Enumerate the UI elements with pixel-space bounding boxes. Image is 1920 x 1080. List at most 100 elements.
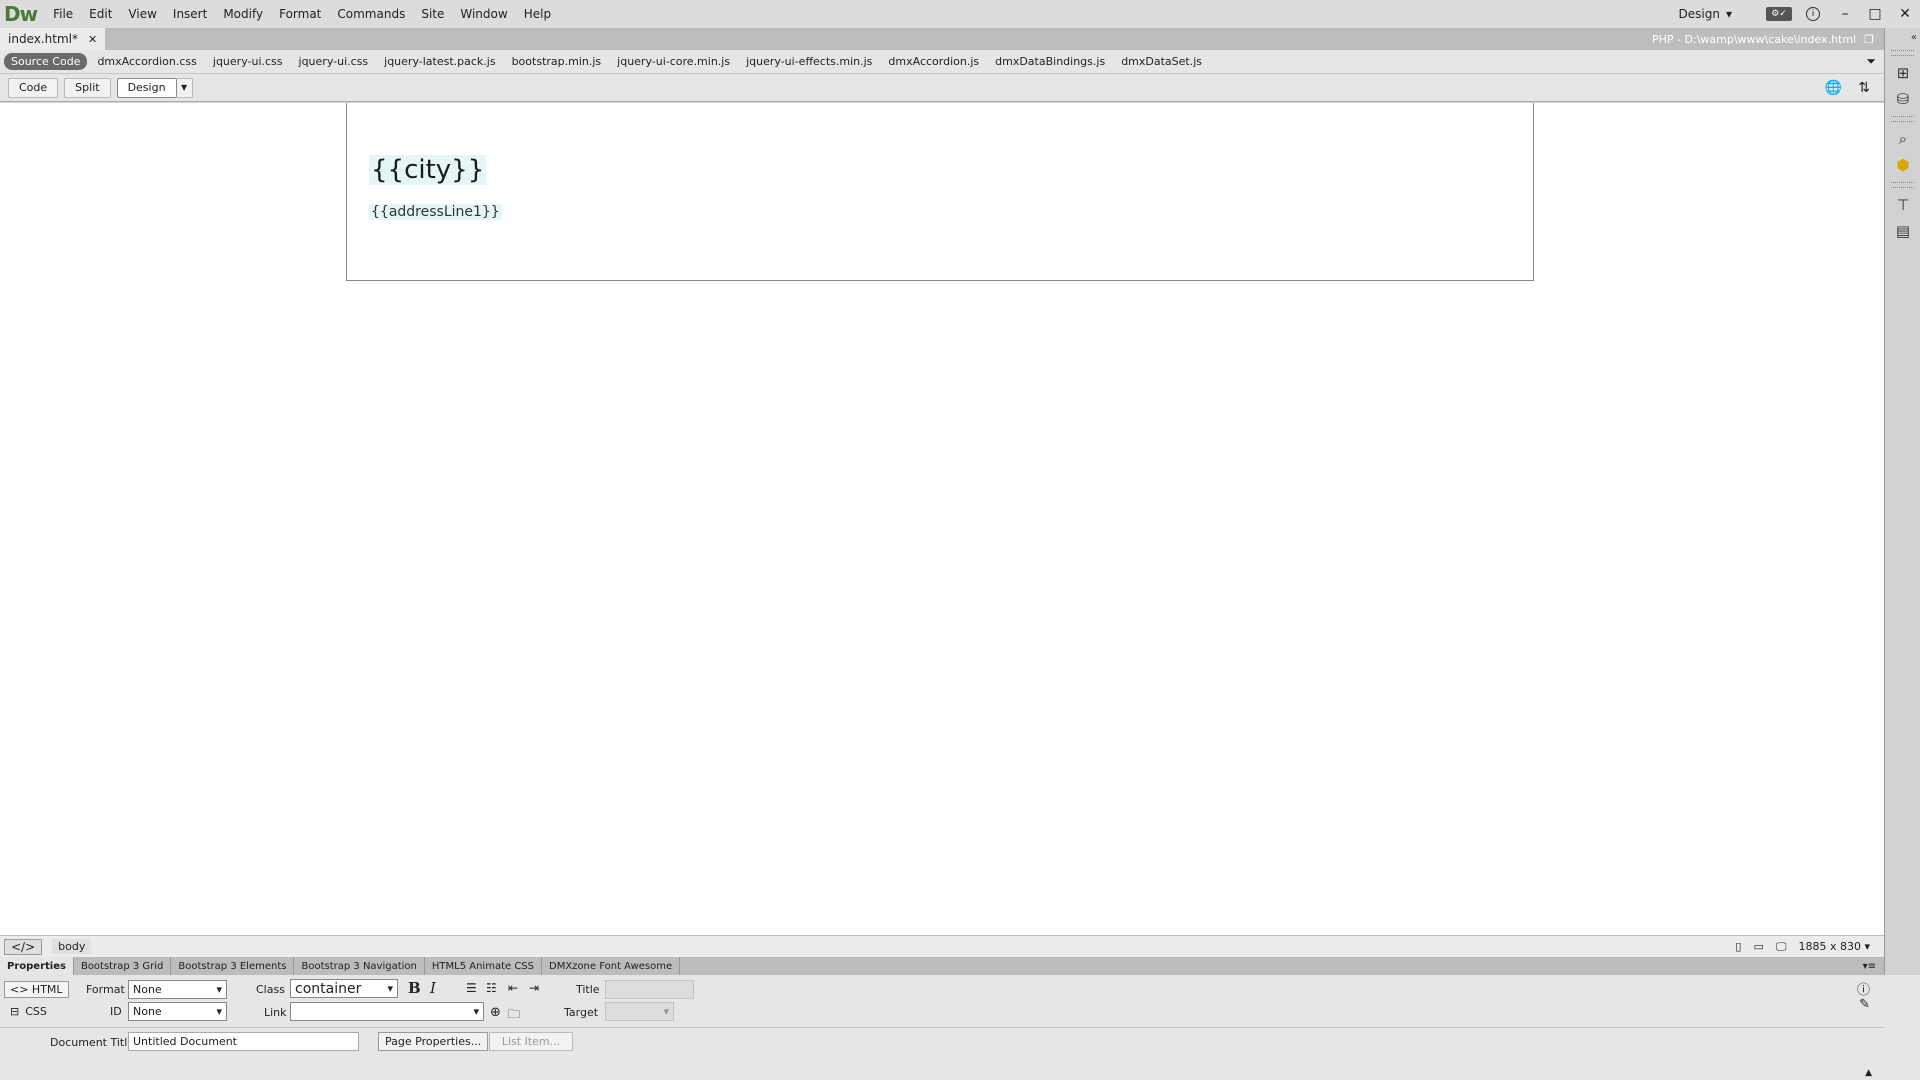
- tab-bootstrap-elements[interactable]: Bootstrap 3 Elements: [171, 957, 295, 975]
- sync-settings-icon[interactable]: ⚙✓: [1766, 7, 1792, 21]
- tab-html5-animate[interactable]: HTML5 Animate CSS: [425, 957, 542, 975]
- window-size-dropdown[interactable]: 1885 x 830 ▾: [1798, 940, 1870, 953]
- close-window-button[interactable]: ✕: [1890, 0, 1920, 28]
- format-value: None: [133, 983, 162, 996]
- ordered-list-icon[interactable]: ☷: [486, 981, 506, 995]
- menu-view[interactable]: View: [120, 7, 164, 21]
- css-mode-label: CSS: [25, 1005, 47, 1018]
- info-icon[interactable]: i: [1806, 7, 1820, 21]
- point-to-file-icon[interactable]: ⊕: [490, 1005, 501, 1020]
- tab-properties[interactable]: Properties: [0, 957, 74, 975]
- dock-grip[interactable]: [1891, 182, 1914, 188]
- app-logo: Dw: [4, 2, 38, 26]
- maximize-button[interactable]: □: [1860, 0, 1890, 28]
- tag-body[interactable]: body: [52, 939, 92, 954]
- related-file[interactable]: dmxAccordion.js: [880, 55, 987, 68]
- link-label: Link: [264, 1006, 287, 1019]
- related-file[interactable]: jquery-latest.pack.js: [376, 55, 503, 68]
- related-file[interactable]: dmxDataSet.js: [1113, 55, 1210, 68]
- city-binding[interactable]: {{city}}: [369, 155, 487, 185]
- desktop-size-icon[interactable]: 🖵: [1776, 940, 1787, 954]
- dock-grip[interactable]: [1891, 116, 1914, 122]
- menu-file[interactable]: File: [45, 7, 81, 21]
- id-label: ID: [110, 1005, 122, 1018]
- bold-button[interactable]: B: [408, 979, 426, 997]
- dom-tree-icon[interactable]: ⊤: [1885, 192, 1920, 218]
- id-select[interactable]: None ▾: [128, 1002, 227, 1021]
- code-toggle-button[interactable]: </>: [4, 938, 43, 955]
- css-mode-button[interactable]: ⊟ CSS: [10, 1005, 47, 1018]
- design-canvas[interactable]: {{city}} {{addressLine1}}: [0, 103, 1884, 935]
- html-mode-button[interactable]: <> HTML: [4, 981, 69, 998]
- globe-preview-icon[interactable]: 🌐: [1825, 80, 1842, 96]
- menu-edit[interactable]: Edit: [81, 7, 120, 21]
- target-label: Target: [564, 1006, 599, 1019]
- document-title-label: Document Title: [50, 1036, 135, 1049]
- related-file[interactable]: jquery-ui-core.min.js: [609, 55, 738, 68]
- code-inspect-icon[interactable]: ⌕: [1885, 126, 1920, 152]
- minimize-button[interactable]: –: [1830, 0, 1860, 28]
- tab-bootstrap-grid[interactable]: Bootstrap 3 Grid: [74, 957, 172, 975]
- menu-modify[interactable]: Modify: [215, 7, 271, 21]
- behaviors-icon[interactable]: ⬢: [1885, 152, 1920, 178]
- italic-button[interactable]: I: [430, 979, 448, 997]
- menu-bar: Dw File Edit View Insert Modify Format C…: [0, 0, 1920, 28]
- format-select[interactable]: None ▾: [128, 980, 227, 999]
- split-view-button[interactable]: Split: [64, 77, 111, 98]
- browse-folder-icon[interactable]: 🗀: [508, 1005, 520, 1026]
- code-view-button[interactable]: Code: [8, 77, 59, 98]
- page-container[interactable]: {{city}} {{addressLine1}}: [346, 103, 1534, 281]
- menu-format[interactable]: Format: [271, 7, 329, 21]
- document-tab-index[interactable]: index.html* ✕: [0, 28, 106, 50]
- page-properties-button[interactable]: Page Properties...: [378, 1032, 489, 1051]
- collapse-panel-icon[interactable]: ▲: [1865, 1068, 1872, 1078]
- link-input[interactable]: ▾: [290, 1002, 484, 1021]
- indent-icon[interactable]: ⇥: [529, 981, 549, 995]
- properties-divider: [0, 1027, 1884, 1028]
- outdent-icon[interactable]: ⇤: [508, 981, 528, 995]
- list-item-button[interactable]: List Item...: [489, 1032, 573, 1051]
- title-label: Title: [576, 983, 600, 996]
- design-view-button[interactable]: Design: [116, 77, 177, 98]
- related-file[interactable]: dmxDataBindings.js: [987, 55, 1113, 68]
- chevron-down-icon: ▾: [1725, 7, 1732, 21]
- tab-font-awesome[interactable]: DMXzone Font Awesome: [542, 957, 681, 975]
- quick-tag-editor-icon[interactable]: ✎: [1859, 997, 1870, 1012]
- menu-help[interactable]: Help: [516, 7, 559, 21]
- address-binding[interactable]: {{addressLine1}}: [369, 204, 502, 220]
- workspace-switcher[interactable]: Design ▾: [1679, 7, 1732, 21]
- unordered-list-icon[interactable]: ☰: [466, 981, 486, 995]
- mobile-size-icon[interactable]: ▯: [1735, 940, 1741, 953]
- related-file[interactable]: jquery-ui.css: [205, 55, 291, 68]
- assets-icon[interactable]: ▤: [1885, 218, 1920, 244]
- chevron-down-icon[interactable]: ▼: [176, 77, 193, 98]
- related-file[interactable]: bootstrap.min.js: [504, 55, 610, 68]
- title-input[interactable]: [605, 980, 694, 999]
- menu-insert[interactable]: Insert: [165, 7, 215, 21]
- database-icon[interactable]: ⛁: [1885, 86, 1920, 112]
- class-select[interactable]: container ▾: [290, 979, 398, 998]
- menu-site[interactable]: Site: [413, 7, 452, 21]
- related-file[interactable]: jquery-ui-effects.min.js: [738, 55, 880, 68]
- related-file[interactable]: jquery-ui.css: [291, 55, 377, 68]
- help-icon[interactable]: ⓘ: [1857, 979, 1870, 998]
- class-value: container: [295, 980, 362, 997]
- document-title-input[interactable]: Untitled Document: [128, 1032, 359, 1051]
- close-icon[interactable]: ✕: [88, 33, 97, 46]
- restore-window-icon[interactable]: ❐: [1864, 33, 1874, 46]
- related-file-source-code[interactable]: Source Code: [4, 53, 88, 70]
- tab-bootstrap-navigation[interactable]: Bootstrap 3 Navigation: [294, 957, 425, 975]
- file-transfer-icon[interactable]: ⇅: [1858, 80, 1870, 96]
- target-select[interactable]: ▾: [605, 1002, 674, 1021]
- menu-window[interactable]: Window: [452, 7, 515, 21]
- collapse-dock-icon[interactable]: «: [1885, 28, 1920, 46]
- panel-menu-icon[interactable]: ▾≡: [1863, 961, 1876, 972]
- document-path: PHP - D:\wamp\www\cake\index.html ❐: [1652, 33, 1884, 46]
- menu-commands[interactable]: Commands: [329, 7, 413, 21]
- insert-panel-icon[interactable]: ⊞: [1885, 60, 1920, 86]
- filter-icon[interactable]: ⏷: [1866, 54, 1876, 69]
- dock-grip[interactable]: [1891, 50, 1914, 56]
- related-file[interactable]: dmxAccordion.css: [89, 55, 204, 68]
- tablet-size-icon[interactable]: ▭: [1753, 940, 1763, 953]
- id-value: None: [133, 1005, 162, 1018]
